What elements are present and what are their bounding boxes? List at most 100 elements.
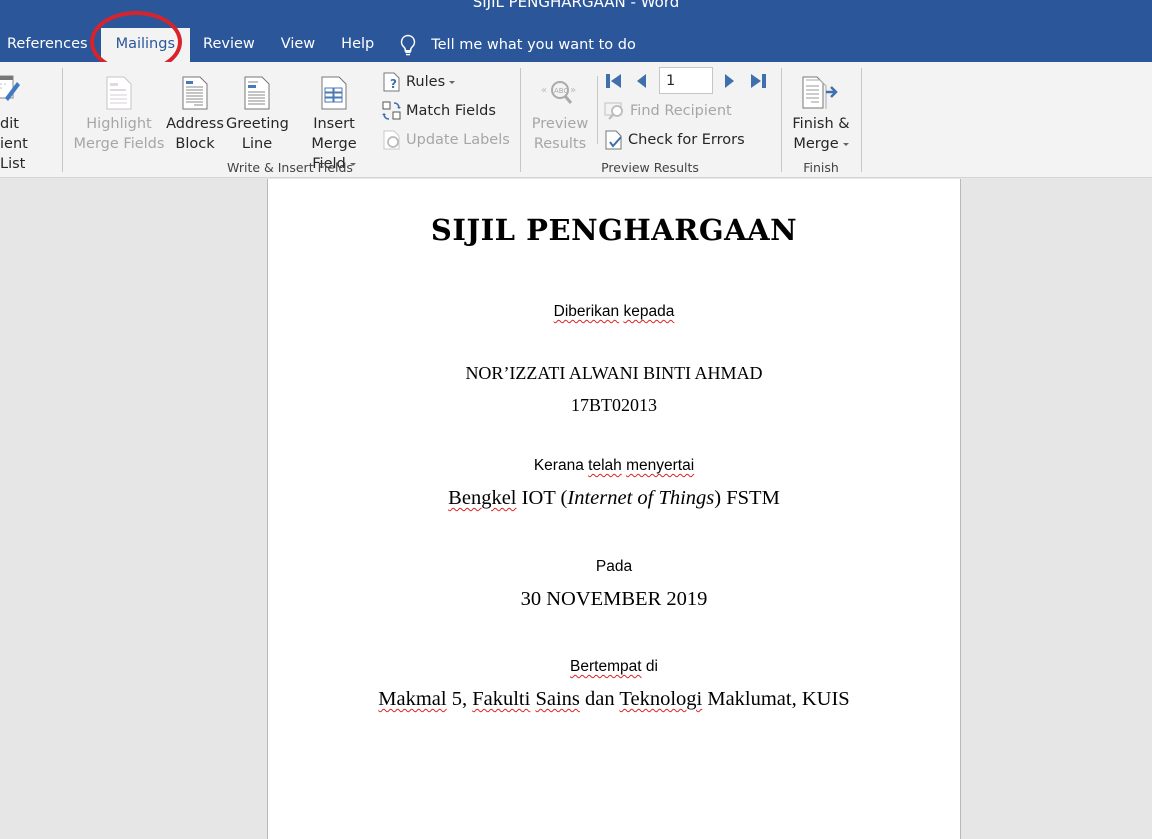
tell-me-label: Tell me what you want to do <box>431 37 636 53</box>
misspelled-word: Diberikan <box>553 303 620 320</box>
edit-recipient-list-label-1: dit <box>0 116 19 132</box>
venue-text: 5, <box>446 688 473 710</box>
group-separator <box>62 68 63 172</box>
group-label-finish: Finish <box>803 160 839 175</box>
preview-results-label-2: Results <box>533 136 587 152</box>
match-fields-button[interactable]: Match Fields <box>382 99 496 123</box>
student-id: 17BT02013 <box>570 395 657 415</box>
group-label-preview-results: Preview Results <box>601 160 699 175</box>
find-recipient-icon <box>604 102 623 120</box>
first-record-icon[interactable] <box>605 72 623 90</box>
preview-results-label-1: Preview <box>531 116 589 132</box>
svg-text:»: » <box>570 85 576 96</box>
rules-icon: ? <box>383 72 400 92</box>
venue-text: dan <box>579 688 620 710</box>
misspelled-word: Bengkel <box>448 487 517 509</box>
find-recipient-label: Find Recipient <box>630 103 732 119</box>
update-labels-label: Update Labels <box>406 132 510 148</box>
find-recipient-button[interactable]: Find Recipient <box>604 99 732 123</box>
insert-merge-field-icon <box>321 76 347 110</box>
greeting-line-label-1: Greeting <box>226 116 289 132</box>
misspelled-word: Sains <box>535 688 580 710</box>
dropdown-caret-icon <box>449 80 456 84</box>
check-for-errors-button[interactable]: Check for Errors <box>604 128 745 152</box>
tell-me-search[interactable]: Tell me what you want to do <box>399 34 636 56</box>
group-separator <box>597 76 598 144</box>
greeting-line-label-2: Line <box>241 136 273 152</box>
record-number-input[interactable] <box>659 67 713 94</box>
event-date: 30 NOVEMBER 2019 <box>520 588 708 610</box>
update-labels-button[interactable]: Update Labels <box>382 128 510 152</box>
ribbon-tabs: References Mailings Review View Help Tel… <box>0 28 636 62</box>
rules-label: Rules <box>406 74 446 90</box>
given-to-label: Diberikan kepada <box>268 303 960 321</box>
edit-recipient-list-label-2: ient List <box>0 136 28 172</box>
tab-review[interactable]: Review <box>190 28 268 62</box>
misspelled-word: menyertai <box>626 457 695 474</box>
svg-text:?: ? <box>390 77 397 91</box>
finish-merge-button[interactable]: Finish & Merge <box>788 70 854 154</box>
misspelled-word: telah <box>588 457 622 474</box>
address-block-icon <box>182 76 208 110</box>
lightbulb-icon <box>401 34 416 56</box>
dropdown-caret-icon <box>842 142 849 146</box>
svg-text:ABC: ABC <box>554 87 568 95</box>
tab-mailings[interactable]: Mailings <box>100 28 191 62</box>
group-separator <box>781 68 782 172</box>
group-separator <box>520 68 521 172</box>
venue-label: Bertempat di <box>268 658 960 676</box>
venue-text: Maklumat, KUIS <box>702 688 850 710</box>
ribbon-mailings: dit ient List Highlight Merge Fields Add… <box>0 62 1152 178</box>
event-text: IOT ( <box>516 487 568 509</box>
venue: Makmal 5, Fakulti Sains dan Teknologi Ma… <box>268 688 960 711</box>
rules-button[interactable]: ? Rules <box>382 70 456 94</box>
highlight-merge-fields-button[interactable]: Highlight Merge Fields <box>72 70 166 154</box>
misspelled-word: Makmal <box>378 688 447 710</box>
event-text: ) FSTM <box>714 487 780 509</box>
edit-recipient-list-icon <box>0 75 20 101</box>
address-block-label-2: Block <box>175 136 215 152</box>
group-separator <box>861 68 862 172</box>
svg-text:«: « <box>541 85 547 96</box>
misspelled-word: Bertempat <box>570 658 642 675</box>
last-record-icon[interactable] <box>749 72 767 90</box>
reason-word: Kerana <box>533 457 584 474</box>
misspelled-word: Fakulti <box>472 688 531 710</box>
venue-label-text: di <box>641 658 658 675</box>
certificate-title: SIJIL PENGHARGAAN <box>430 213 798 247</box>
group-label-write-insert-fields: Write & Insert Fields <box>227 160 353 175</box>
address-block-label-1: Address <box>166 116 224 132</box>
check-for-errors-icon <box>605 130 622 150</box>
preview-results-button[interactable]: ABC « » Preview Results <box>528 70 592 154</box>
date-label: Pada <box>595 558 633 575</box>
title-bar: SIJIL PENGHARGAAN - Word References Mail… <box>0 0 1152 62</box>
preview-results-icon: ABC « » <box>541 81 576 104</box>
tab-view[interactable]: View <box>268 28 328 62</box>
update-labels-icon <box>383 130 400 150</box>
highlight-merge-fields-label-1: Highlight <box>86 116 152 132</box>
finish-merge-label-1: Finish & <box>792 116 850 132</box>
finish-merge-icon <box>802 76 838 109</box>
highlight-merge-fields-label-2: Merge Fields <box>73 136 165 152</box>
highlight-merge-fields-icon <box>106 76 132 110</box>
previous-record-icon[interactable] <box>634 72 648 90</box>
insert-merge-field-label-1: Insert Merge <box>311 116 357 152</box>
event-name: Bengkel IOT (Internet of Things) FSTM <box>268 487 960 510</box>
tab-references[interactable]: References <box>0 28 101 62</box>
document-page[interactable]: SIJIL PENGHARGAAN Diberikan kepada NOR’I… <box>267 179 961 839</box>
tab-help[interactable]: Help <box>328 28 387 62</box>
greeting-line-button[interactable]: Greeting Line <box>226 70 289 154</box>
address-block-button[interactable]: Address Block <box>166 70 224 154</box>
recipient-name: NOR’IZZATI ALWANI BINTI AHMAD <box>465 363 763 383</box>
window-title: SIJIL PENGHARGAAN - Word <box>472 0 680 11</box>
match-fields-icon <box>382 101 401 120</box>
greeting-line-icon <box>244 76 270 110</box>
insert-merge-field-button[interactable]: Insert Merge Field <box>290 70 378 174</box>
match-fields-label: Match Fields <box>406 103 496 119</box>
misspelled-word: kepada <box>623 303 675 320</box>
next-record-icon[interactable] <box>723 72 737 90</box>
event-italic-text: Internet of Things <box>567 487 715 509</box>
misspelled-word: Teknologi <box>619 688 703 710</box>
finish-merge-label-2: Merge <box>793 136 839 152</box>
edit-recipient-list-button[interactable]: dit ient List <box>0 70 52 174</box>
